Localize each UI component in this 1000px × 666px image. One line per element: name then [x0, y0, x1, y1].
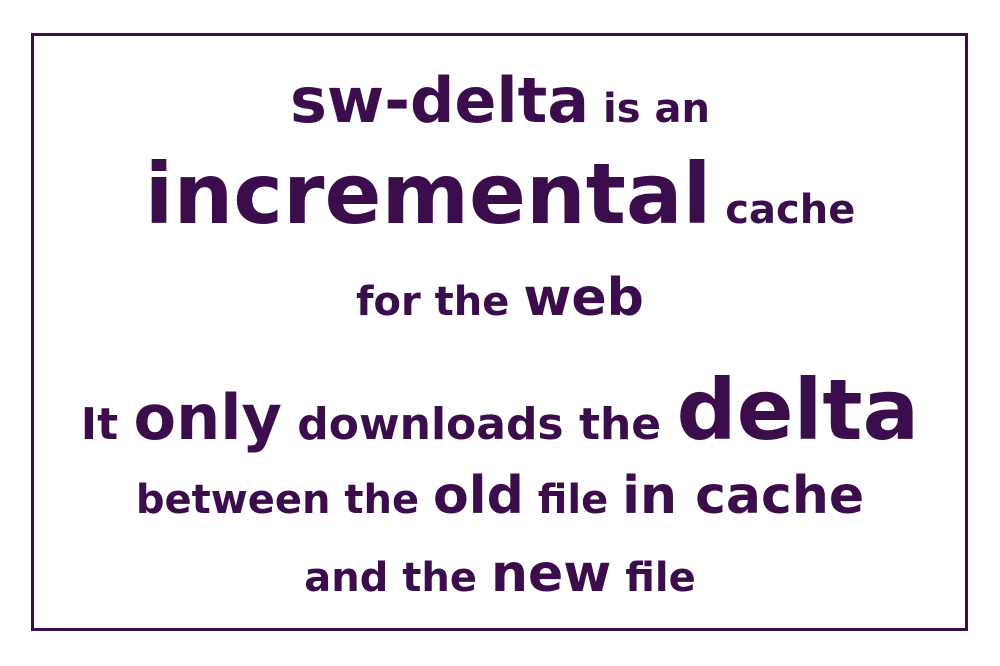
text-file: file — [523, 477, 623, 523]
word-in-cache: in cache — [622, 466, 865, 526]
word-delta: delta — [676, 361, 920, 459]
text-it: It — [80, 399, 134, 450]
word-cache: cache — [711, 187, 856, 233]
text-downloads-the: downloads the — [281, 399, 677, 450]
text-between-the: between the — [135, 477, 434, 523]
word-incremental: incremental — [144, 145, 712, 243]
line-4: It only downloads the delta — [0, 368, 1000, 452]
text-for-the: for the — [356, 279, 524, 325]
text-is-an: is an — [589, 86, 710, 132]
word-sw-delta: sw-delta — [290, 64, 590, 137]
line-5: between the old file in cache — [0, 470, 1000, 522]
line-6: and the new file — [0, 548, 1000, 600]
word-only: only — [133, 381, 282, 454]
line-1: sw-delta is an — [0, 70, 1000, 132]
text-and-the: and the — [304, 555, 491, 601]
line-2: incremental cache — [0, 152, 1000, 236]
word-web: web — [523, 268, 644, 328]
line-3: for the web — [0, 272, 1000, 324]
word-new: new — [490, 544, 612, 604]
text-file-end: file — [611, 555, 696, 601]
word-old: old — [433, 466, 524, 526]
